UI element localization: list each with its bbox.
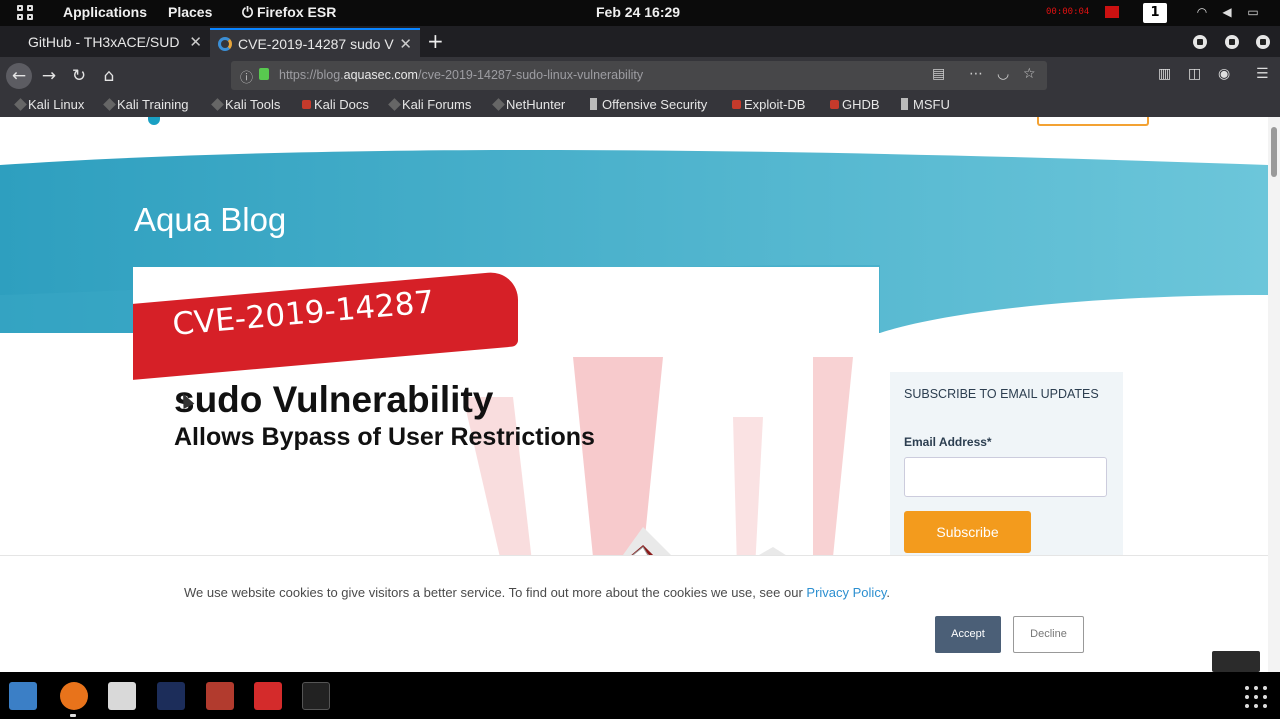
email-field[interactable] — [904, 457, 1107, 497]
bookmark-kali-training[interactable]: Kali Training — [103, 97, 189, 112]
bookmark-nethunter[interactable]: NetHunter — [492, 97, 565, 112]
firefox-icon[interactable] — [60, 682, 88, 710]
reader-view-icon[interactable]: ▤ — [932, 66, 945, 82]
tab-bar: GitHub - TH3xACE/SUD ✕ CVE-2019-14287 su… — [0, 26, 1280, 57]
close-tab-icon[interactable]: ✕ — [399, 35, 412, 53]
url-bar[interactable]: ⓘ https://blog.aquasec.com/cve-2019-1428… — [231, 61, 1047, 90]
library-icon[interactable]: ▥ — [1158, 66, 1171, 82]
web-page: Aqua Blog CVE-2019-14287 sudo Vulnerabil… — [0, 117, 1268, 672]
terminal-icon[interactable] — [302, 682, 330, 710]
file-manager-icon[interactable] — [9, 682, 37, 710]
power-icon: ⏻ — [242, 4, 254, 20]
applications-menu[interactable]: Applications — [63, 4, 147, 20]
back-arrow-icon[interactable]: ← — [6, 63, 32, 89]
running-indicator — [70, 714, 76, 717]
aqua-logo[interactable] — [148, 117, 160, 125]
bookmark-msfu[interactable]: MSFU — [899, 97, 950, 112]
bookmark-kali-forums[interactable]: Kali Forums — [388, 97, 471, 112]
bookmark-ghdb[interactable]: GHDB — [828, 97, 880, 112]
bookmark-offensive-security[interactable]: Offensive Security — [588, 97, 707, 112]
tab-github[interactable]: GitHub - TH3xACE/SUD ✕ — [0, 28, 210, 57]
scrollbar-thumb[interactable] — [1271, 127, 1277, 177]
app-icon[interactable] — [254, 682, 282, 710]
hamburger-menu-icon[interactable]: ☰ — [1256, 66, 1269, 82]
apps-grid-icon[interactable] — [17, 5, 35, 21]
new-tab-button[interactable]: + — [427, 29, 444, 53]
burp-suite-icon[interactable] — [206, 682, 234, 710]
forward-arrow-icon[interactable]: → — [36, 63, 62, 89]
dock — [0, 672, 1280, 719]
top-panel: Applications Places ⏻ Firefox ESR Feb 24… — [0, 0, 1280, 26]
wifi-icon[interactable]: ◠ — [1195, 5, 1209, 19]
bookmark-exploit-db[interactable]: Exploit-DB — [730, 97, 805, 112]
workspace-indicator[interactable]: 1 — [1143, 3, 1167, 23]
subscribe-button[interactable]: Subscribe — [904, 511, 1031, 553]
volume-icon[interactable]: ◀ — [1220, 5, 1234, 19]
bookmark-kali-tools[interactable]: Kali Tools — [211, 97, 280, 112]
article-subheadline: Allows Bypass of User Restrictions — [174, 423, 595, 451]
page-scrollbar[interactable] — [1268, 117, 1280, 672]
battery-icon[interactable]: ▭ — [1246, 5, 1260, 19]
text-editor-icon[interactable] — [108, 682, 136, 710]
cookie-banner: We use website cookies to give visitors … — [0, 555, 1268, 672]
bookmark-kali-linux[interactable]: Kali Linux — [14, 97, 84, 112]
home-icon[interactable]: ⌂ — [96, 63, 122, 89]
blog-title[interactable]: Aqua Blog — [134, 201, 286, 239]
loading-icon — [218, 37, 232, 51]
recording-icon[interactable] — [1105, 6, 1119, 18]
nav-toolbar: ← → ↻ ⌂ ⓘ https://blog.aquasec.com/cve-2… — [0, 57, 1280, 93]
maximize-window-icon[interactable] — [1225, 35, 1239, 49]
tab-cve-article[interactable]: CVE-2019-14287 sudo V ✕ — [210, 28, 420, 57]
active-app-menu[interactable]: ⏻ Firefox ESR — [242, 4, 336, 21]
show-applications-icon[interactable] — [1245, 686, 1267, 708]
cookie-message: We use website cookies to give visitors … — [184, 585, 890, 600]
recording-timer: 00:00:04 — [1046, 7, 1090, 17]
sidebar-icon[interactable]: ◫ — [1188, 66, 1201, 82]
accept-cookies-button[interactable]: Accept — [935, 616, 1001, 653]
metasploit-icon[interactable] — [157, 682, 185, 710]
info-icon[interactable]: ⓘ — [240, 67, 253, 86]
bookmarks-toolbar: Kali Linux Kali Training Kali Tools Kali… — [0, 93, 1280, 117]
bookmark-kali-docs[interactable]: Kali Docs — [300, 97, 369, 112]
privacy-policy-link[interactable]: Privacy Policy — [806, 585, 886, 600]
decline-cookies-button[interactable]: Decline — [1013, 616, 1084, 653]
places-menu[interactable]: Places — [168, 4, 212, 20]
url-text[interactable]: https://blog.aquasec.com/cve-2019-14287-… — [279, 68, 643, 82]
page-actions-icon[interactable]: ⋯ — [969, 66, 983, 82]
bookmark-star-icon[interactable]: ☆ — [1023, 66, 1036, 82]
email-label: Email Address* — [904, 435, 992, 449]
subscribe-heading: SUBSCRIBE TO EMAIL UPDATES — [904, 387, 1099, 401]
header-cta-button[interactable] — [1037, 117, 1149, 126]
article-headline: sudo Vulnerability — [174, 379, 494, 420]
pocket-icon[interactable]: ◡ — [997, 66, 1009, 82]
close-window-icon[interactable] — [1256, 35, 1270, 49]
reload-icon[interactable]: ↻ — [66, 63, 92, 89]
chat-widget-icon[interactable] — [1212, 651, 1260, 672]
close-tab-icon[interactable]: ✕ — [189, 33, 202, 51]
minimize-window-icon[interactable] — [1193, 35, 1207, 49]
lock-icon[interactable] — [259, 68, 269, 80]
account-icon[interactable]: ◉ — [1218, 66, 1230, 82]
clock[interactable]: Feb 24 16:29 — [596, 4, 680, 20]
